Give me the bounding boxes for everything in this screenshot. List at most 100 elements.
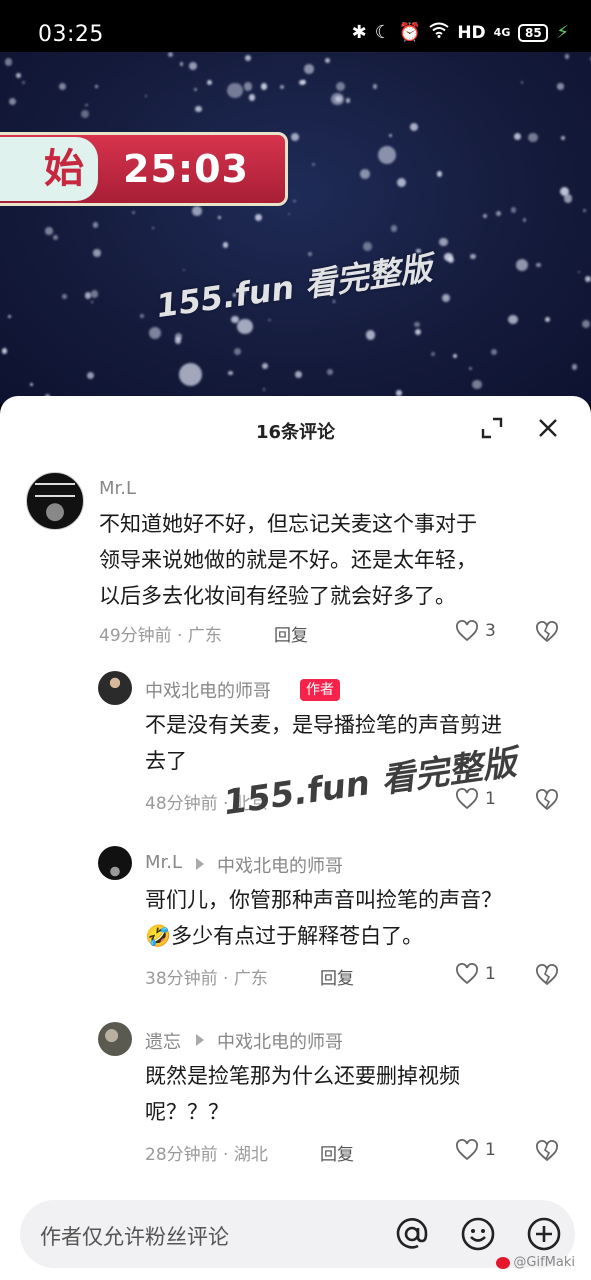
- video-player[interactable]: 始 25:03 155.fun 看完整版: [0, 52, 591, 404]
- snowflake: [311, 162, 316, 167]
- reply-to-username[interactable]: 中戏北电的师哥: [217, 1028, 343, 1054]
- snowflake: [8, 97, 17, 106]
- snowflake: [308, 252, 313, 257]
- dislike-button[interactable]: [535, 964, 559, 986]
- author-badge: 作者: [300, 679, 340, 701]
- snowflake: [468, 367, 472, 371]
- comments-header: 16条评论: [0, 396, 591, 464]
- reply-username[interactable]: 中戏北电的师哥: [145, 677, 271, 703]
- avatar[interactable]: [98, 671, 132, 705]
- charging-icon: ⚡: [556, 22, 569, 43]
- like-button[interactable]: 3: [455, 620, 496, 642]
- snowflake: [262, 388, 266, 392]
- snowflake: [192, 206, 202, 216]
- avatar[interactable]: [98, 1022, 132, 1056]
- status-icons: ✱ ☾ ⏰ HD 4G 85 ⚡: [352, 22, 569, 43]
- snowflake: [95, 85, 98, 88]
- snowflake: [582, 208, 586, 213]
- status-time: 03:25: [38, 22, 104, 47]
- snowflake: [22, 80, 26, 85]
- reply-username[interactable]: Mr.L: [145, 852, 182, 873]
- snowflake: [234, 348, 242, 356]
- comment-username[interactable]: Mr.L: [99, 478, 136, 499]
- snowflake: [301, 79, 307, 85]
- snowflake: [365, 330, 376, 340]
- close-icon[interactable]: [536, 416, 560, 440]
- broken-heart-icon: [536, 1140, 558, 1162]
- snowflake: [510, 207, 517, 213]
- comment-item: Mr.L 不知道她好不好，但忘记关麦这个事对于 领导来说她做的就是不好。还是太年…: [0, 472, 591, 652]
- snowflake: [578, 271, 581, 274]
- footer-watermark-text: @GifMaki: [513, 1255, 575, 1270]
- avatar[interactable]: [26, 472, 84, 530]
- reply-item: 遗忘 中戏北电的师哥 既然是捡笔那为什么还要删掉视频 呢？？？ 28分钟前 · …: [0, 1022, 591, 1172]
- snowflake: [61, 293, 67, 299]
- snowflake: [144, 94, 148, 98]
- snowflake: [377, 146, 396, 165]
- snowflake: [557, 83, 564, 90]
- snowflake: [245, 54, 251, 61]
- snowflake: [372, 84, 378, 89]
- avatar[interactable]: [98, 846, 132, 880]
- comment-input-placeholder[interactable]: 作者仅允许粉丝评论: [40, 1221, 229, 1251]
- snowflake: [84, 291, 92, 299]
- reply-button[interactable]: 回复: [320, 964, 354, 989]
- snowflake: [183, 268, 186, 271]
- snowflake: [414, 321, 420, 327]
- snowflake: [536, 262, 541, 268]
- snowflake: [430, 351, 436, 357]
- comment-input-bar[interactable]: 作者仅允许粉丝评论: [20, 1200, 575, 1268]
- footer-watermark: @GifMaki: [496, 1255, 575, 1270]
- reply-arrow-icon: [196, 858, 204, 870]
- dislike-button[interactable]: [535, 789, 559, 811]
- snowflake: [287, 213, 290, 216]
- add-icon[interactable]: [526, 1216, 562, 1252]
- snowflake: [470, 253, 477, 260]
- snowflake: [360, 169, 370, 180]
- expand-icon[interactable]: [480, 416, 504, 440]
- like-button[interactable]: 1: [455, 963, 496, 985]
- snowflake: [290, 132, 299, 141]
- snowflake: [193, 87, 197, 91]
- dislike-button[interactable]: [535, 621, 559, 643]
- snowflake: [148, 327, 161, 340]
- broken-heart-icon: [536, 621, 558, 643]
- snowflake: [581, 319, 591, 329]
- snowflake: [293, 199, 297, 203]
- reply-username[interactable]: 遗忘: [145, 1028, 181, 1054]
- broken-heart-icon: [536, 789, 558, 811]
- snowflake: [453, 354, 458, 359]
- snowflake: [93, 249, 101, 257]
- snowflake: [267, 318, 271, 322]
- like-button[interactable]: 1: [455, 1139, 496, 1161]
- comments-sheet: 16条评论 Mr.L 不知道她好不好，但忘记关麦这个事对于 领导来说她做的就是不…: [0, 396, 591, 1280]
- at-icon[interactable]: [394, 1216, 430, 1252]
- emoji-icon[interactable]: [460, 1216, 496, 1252]
- like-count: 1: [485, 1140, 496, 1160]
- snowflake: [222, 242, 229, 248]
- reply-meta: 28分钟前 · 湖北: [145, 1145, 268, 1165]
- reply-button[interactable]: 回复: [274, 621, 308, 646]
- snowflake: [45, 227, 53, 235]
- snowflake: [294, 371, 303, 379]
- snowflake: [563, 194, 573, 203]
- snowflake: [237, 319, 253, 335]
- snowflake: [585, 275, 591, 282]
- snowflake: [58, 83, 66, 91]
- snowflake: [249, 94, 256, 101]
- comment-meta: 49分钟前 · 广东: [99, 626, 222, 646]
- reply-meta: 38分钟前 · 广东: [145, 969, 268, 989]
- snowflake: [228, 370, 233, 376]
- snowflake: [522, 217, 527, 222]
- comment-line: 呢？？？: [145, 1100, 229, 1124]
- bluetooth-icon: ✱: [351, 22, 367, 43]
- snowflake: [7, 314, 11, 318]
- snowflake: [324, 57, 331, 64]
- reply-to-username[interactable]: 中戏北电的师哥: [217, 852, 343, 878]
- snowflake: [397, 177, 407, 187]
- dislike-button[interactable]: [535, 1140, 559, 1162]
- snowflake: [508, 315, 518, 325]
- snowflake: [139, 313, 144, 318]
- snowflake: [227, 82, 243, 99]
- reply-button[interactable]: 回复: [320, 1140, 354, 1165]
